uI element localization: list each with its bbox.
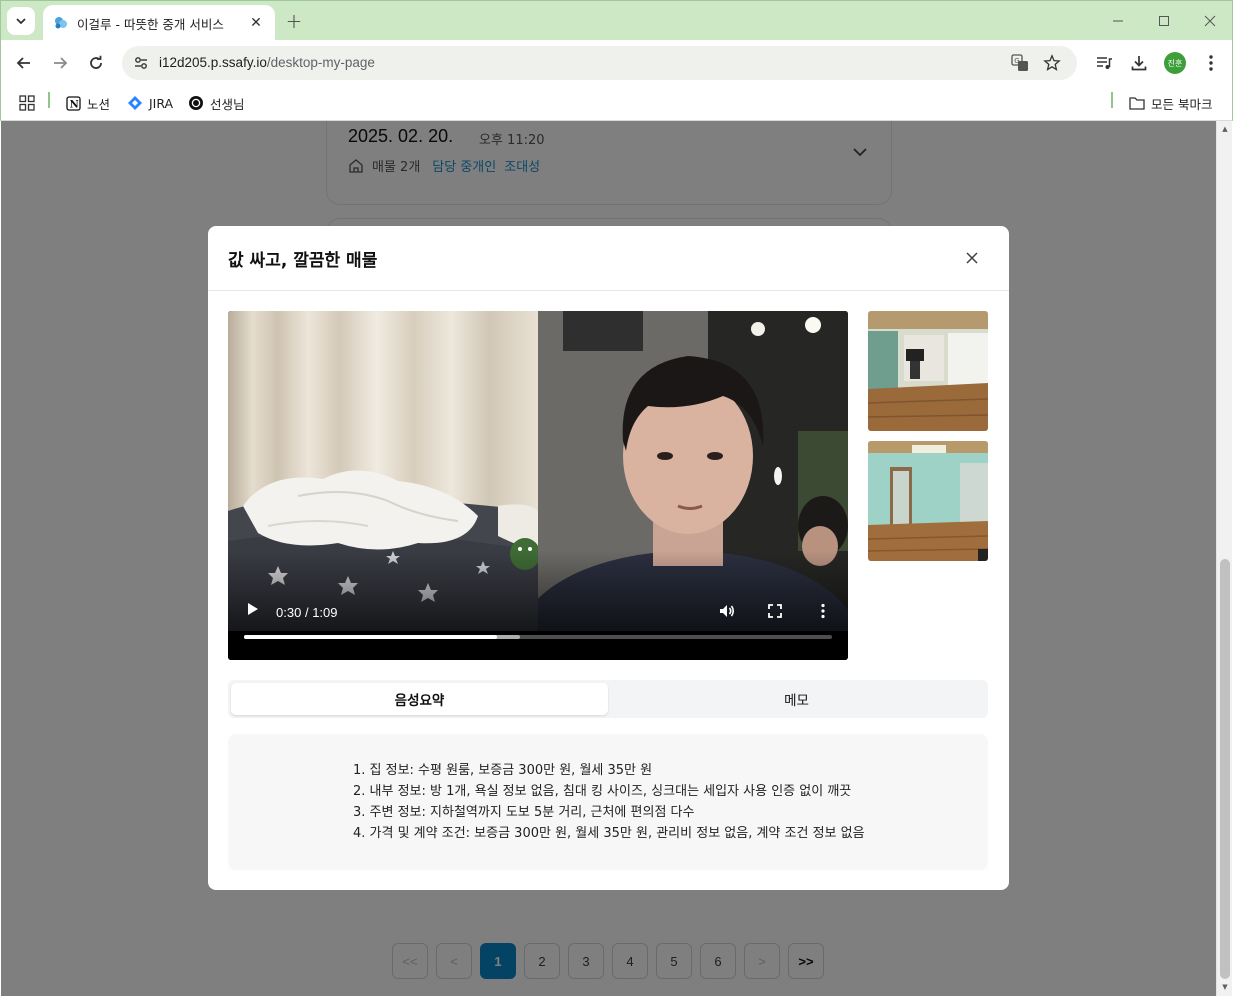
tab-voice-summary[interactable]: 음성요약 — [231, 683, 608, 715]
forward-button[interactable] — [47, 50, 73, 76]
scroll-up-arrow-icon[interactable]: ▲ — [1220, 124, 1230, 134]
url-host: i12d205.p.ssafy.io — [159, 55, 267, 70]
back-button[interactable] — [11, 50, 37, 76]
address-bar[interactable]: i12d205.p.ssafy.io/desktop-my-page G — [122, 46, 1077, 80]
summary-item: 3. 주변 정보: 지하철역까지 도보 5분 거리, 근처에 편의점 다수 — [353, 805, 695, 820]
maximize-button[interactable] — [1149, 9, 1179, 33]
bookmark-label: 노션 — [87, 96, 111, 112]
video-progress-bar[interactable] — [244, 635, 832, 639]
chevron-down-icon — [16, 18, 26, 25]
new-tab-button[interactable]: + — [283, 9, 305, 33]
bookmark-star-button[interactable] — [1042, 53, 1062, 73]
tab-title: 이걸루 - 따뜻한 중개 서비스 — [77, 16, 224, 32]
url-text: i12d205.p.ssafy.io/desktop-my-page — [159, 55, 375, 70]
tab-close-icon[interactable]: ✕ — [247, 14, 265, 32]
media-control-button[interactable] — [1091, 50, 1117, 76]
all-bookmarks-button[interactable]: 모든 북마크 — [1129, 92, 1212, 114]
volume-icon — [720, 605, 735, 617]
svg-text:G: G — [1014, 57, 1019, 65]
tune-icon — [135, 57, 147, 69]
more-vertical-icon — [1209, 55, 1213, 71]
page-viewport: 2025. 02. 20. 오후 11:20 매물 2개 담당 중개인 조대성 … — [1, 121, 1216, 996]
all-bookmarks-label: 모든 북마크 — [1151, 96, 1213, 112]
downloads-button[interactable] — [1126, 50, 1152, 76]
apps-grid-icon — [19, 95, 35, 111]
modal-tabs: 음성요약 메모 — [228, 680, 988, 718]
voice-summary-panel: 1. 집 정보: 수평 원룸, 보증금 300만 원, 월세 35만 원 2. … — [228, 734, 988, 870]
jira-icon — [127, 95, 143, 111]
arrow-left-icon — [16, 57, 30, 69]
video-time-separator: / — [304, 605, 309, 620]
summary-list: 1. 집 정보: 수평 원룸, 보증금 300만 원, 월세 35만 원 2. … — [353, 760, 865, 844]
download-icon — [1131, 56, 1147, 71]
queue-music-icon — [1097, 57, 1112, 69]
bookmark-jira[interactable]: JIRA — [127, 92, 173, 114]
browser-tab-strip: 이걸루 - 따뜻한 중개 서비스 ✕ + — [0, 0, 1233, 41]
video-player[interactable]: 0:30 / 1:09 — [228, 311, 848, 660]
play-icon[interactable] — [244, 601, 260, 617]
listing-detail-modal: 값 싸고, 깔끔한 매물 0:30 / 1:09 음성요약 메모 1. 집 정보… — [208, 226, 1009, 890]
modal-header: 값 싸고, 깔끔한 매물 — [208, 226, 1009, 291]
bookmarks-bar: N 노션 JIRA 선생님 모든 북마크 — [0, 85, 1233, 121]
profile-avatar[interactable]: 진훈 — [1164, 52, 1186, 74]
maximize-icon — [1159, 16, 1169, 26]
video-current-time: 0:30 — [276, 605, 302, 620]
reload-icon — [90, 55, 102, 69]
scroll-down-arrow-icon[interactable]: ▼ — [1220, 982, 1230, 992]
site-info-button[interactable] — [130, 52, 152, 74]
minimize-icon — [1113, 20, 1123, 22]
summary-item: 4. 가격 및 계약 조건: 보증금 300만 원, 월세 35만 원, 관리비… — [353, 826, 865, 841]
folder-icon — [1129, 95, 1145, 111]
page-scrollbar[interactable]: ▲ ▼ — [1216, 121, 1232, 996]
tab-memo[interactable]: 메모 — [608, 683, 985, 715]
bookmark-separator — [48, 92, 50, 108]
scrollbar-thumb[interactable] — [1220, 559, 1230, 979]
tab-search-button[interactable] — [7, 7, 35, 35]
openai-icon — [188, 95, 204, 111]
translate-button[interactable]: G — [1010, 53, 1030, 73]
notion-icon: N — [65, 95, 81, 111]
video-options-button[interactable] — [812, 600, 834, 622]
bookmark-label: JIRA — [149, 95, 174, 111]
translate-icon: G — [1011, 54, 1028, 71]
star-icon — [1043, 54, 1061, 71]
bookmark-separator — [1111, 92, 1113, 108]
browser-menu-button[interactable] — [1198, 50, 1224, 76]
listing-photo-thumbnail[interactable] — [868, 441, 988, 561]
summary-item: 2. 내부 정보: 방 1개, 욕실 정보 없음, 침대 킹 사이즈, 싱크대는… — [353, 784, 852, 799]
fullscreen-icon — [768, 604, 782, 618]
close-icon — [966, 252, 978, 264]
video-time: 0:30 / 1:09 — [276, 605, 338, 620]
reload-button[interactable] — [83, 50, 109, 76]
modal-title: 값 싸고, 깔끔한 매물 — [228, 251, 378, 271]
listing-photo-thumbnail[interactable] — [868, 311, 988, 431]
modal-close-button[interactable] — [961, 247, 983, 269]
url-path: /desktop-my-page — [266, 55, 375, 70]
volume-button[interactable] — [716, 600, 738, 622]
browser-toolbar: i12d205.p.ssafy.io/desktop-my-page G 진훈 — [0, 40, 1233, 85]
arrow-right-icon — [54, 57, 68, 69]
bookmark-notion[interactable]: N 노션 — [65, 92, 110, 114]
fullscreen-button[interactable] — [764, 600, 786, 622]
video-duration: 1:09 — [312, 605, 338, 620]
bookmark-label: 선생님 — [210, 96, 245, 112]
svg-text:N: N — [69, 99, 78, 110]
more-vertical-icon — [821, 603, 825, 619]
apps-button[interactable] — [19, 92, 35, 114]
close-icon — [1204, 15, 1216, 27]
video-played — [244, 635, 497, 639]
bookmark-teacher[interactable]: 선생님 — [188, 92, 245, 114]
close-window-button[interactable] — [1195, 9, 1225, 33]
browser-tab[interactable]: 이걸루 - 따뜻한 중개 서비스 ✕ — [43, 5, 275, 41]
summary-item: 1. 집 정보: 수평 원룸, 보증금 300만 원, 월세 35만 원 — [353, 763, 653, 778]
minimize-button[interactable] — [1103, 9, 1133, 33]
site-favicon-icon — [55, 17, 67, 29]
